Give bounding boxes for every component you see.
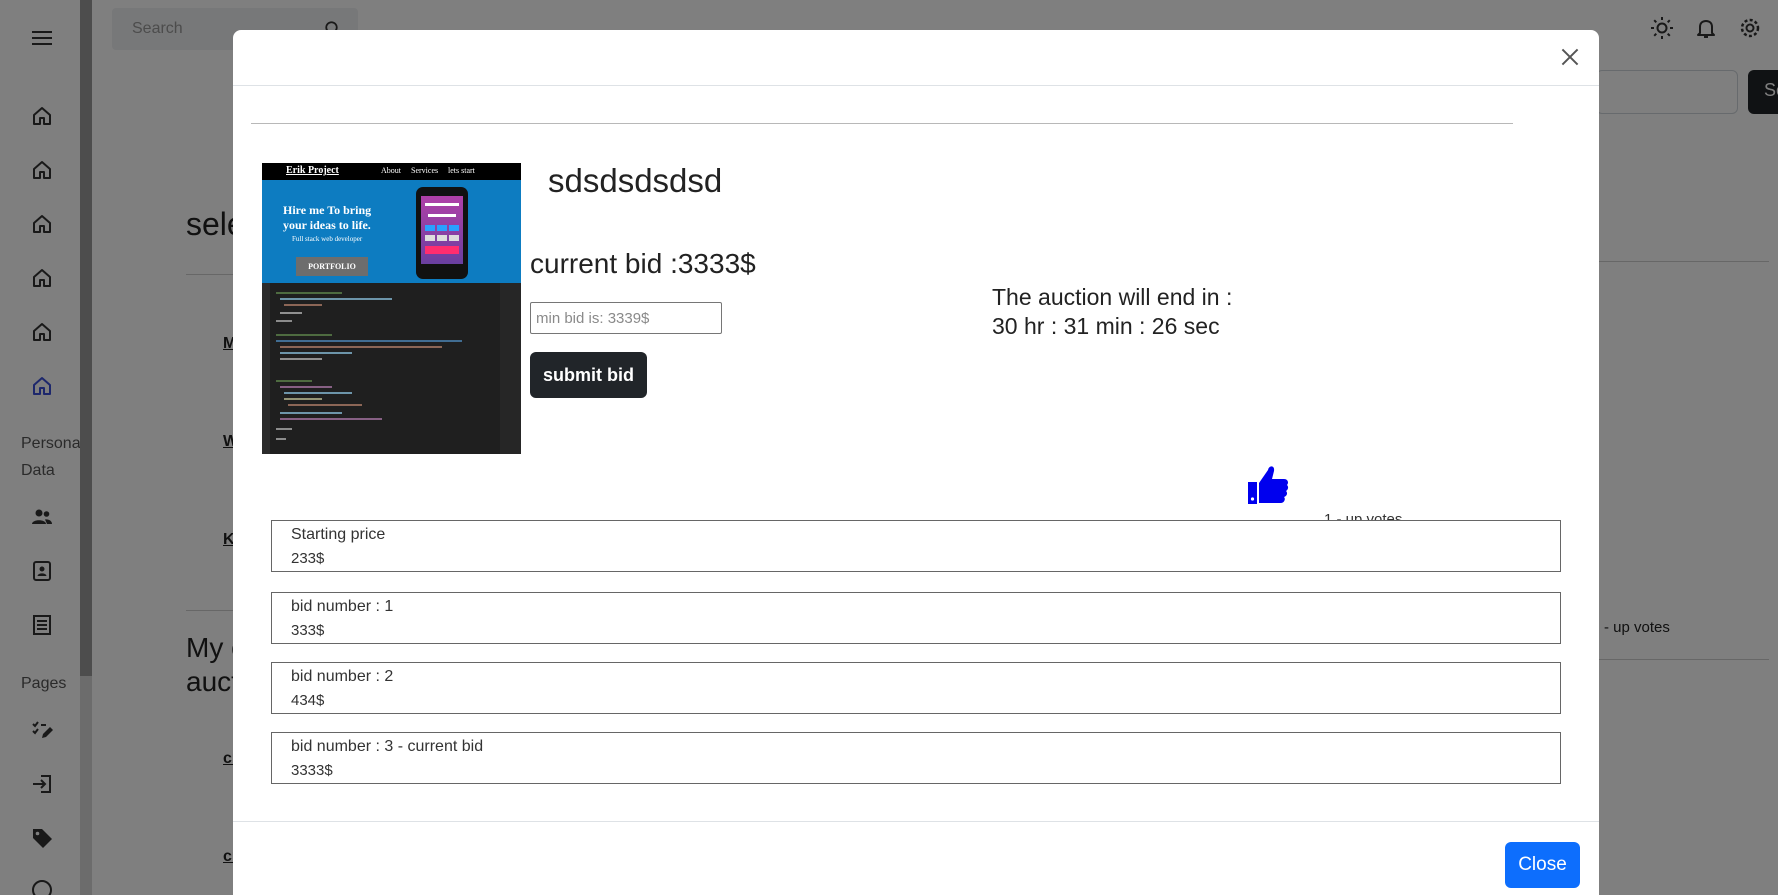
thumbnail-nav-item: About <box>381 166 401 175</box>
bid-history-row: bid number : 2 434$ <box>271 662 1561 714</box>
bid-amount: 233$ <box>291 550 325 567</box>
thumbnail-portfolio-button: PORTFOLIO <box>296 257 368 276</box>
thumbnail-phone-mockup <box>416 187 468 279</box>
bid-label: bid number : 1 <box>291 598 394 615</box>
thumbnail-headline: your ideas to life. <box>283 218 371 232</box>
auction-end-label: The auction will end in : <box>992 284 1233 310</box>
thumbnail-headline: Hire me To bring <box>283 203 372 217</box>
auction-modal: Erik Project About Services lets start H… <box>233 30 1599 895</box>
thumbnail-nav-item: lets start <box>448 166 475 175</box>
close-button[interactable]: Close <box>1505 842 1580 888</box>
thumbs-up-icon[interactable] <box>1246 462 1290 506</box>
close-icon[interactable] <box>1557 44 1583 70</box>
bid-history-row: bid number : 1 333$ <box>271 592 1561 644</box>
thumbnail-brand: Erik Project <box>286 165 339 176</box>
thumbnail-hero: Hire me To bring your ideas to life. Ful… <box>262 180 521 283</box>
bid-amount-input[interactable] <box>530 302 722 334</box>
current-bid-text: current bid :3333$ <box>530 248 756 279</box>
bid-history-row: Starting price 233$ <box>271 520 1561 572</box>
submit-bid-button[interactable]: submit bid <box>530 352 647 398</box>
divider <box>251 123 1513 124</box>
bid-label: bid number : 2 <box>291 668 394 685</box>
auction-countdown-value: 30 hr : 31 min : 26 sec <box>992 313 1220 339</box>
bid-amount: 434$ <box>291 692 325 709</box>
modal-footer-divider <box>233 821 1599 822</box>
thumbnail-code-editor <box>262 283 521 454</box>
thumbnail-nav-item: Services <box>411 166 439 175</box>
bid-amount: 333$ <box>291 622 325 639</box>
bid-label: Starting price <box>291 526 386 543</box>
thumbnail-subline: Full stack web developer <box>292 235 363 243</box>
bid-amount: 3333$ <box>291 762 333 779</box>
bid-label: bid number : 3 - current bid <box>291 738 484 755</box>
modal-header <box>233 30 1599 86</box>
thumbnail-navbar: Erik Project About Services lets start <box>262 163 521 180</box>
auction-countdown: The auction will end in : 30 hr : 31 min… <box>992 283 1232 341</box>
item-title: sdsdsdsdsd <box>548 162 723 199</box>
bid-history-row: bid number : 3 - current bid 3333$ <box>271 732 1561 784</box>
item-thumbnail-image: Erik Project About Services lets start H… <box>262 163 521 454</box>
